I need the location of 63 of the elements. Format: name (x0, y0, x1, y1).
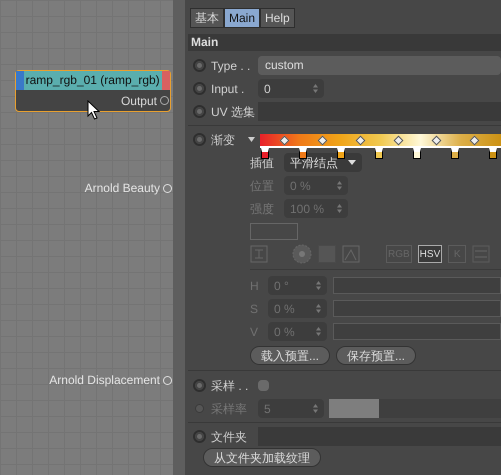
color-swatch[interactable] (250, 223, 298, 240)
channel-slider[interactable] (333, 323, 501, 340)
spinner-arrows-icon (313, 84, 318, 93)
parameter-label: Input . (211, 80, 246, 98)
load-texture-button[interactable]: 从文件夹加载纹理 (203, 448, 321, 467)
knot-icon[interactable] (318, 135, 328, 145)
color-stop-marker[interactable] (299, 148, 307, 158)
keyframe-radio[interactable] (193, 59, 206, 72)
keyframe-radio[interactable] (193, 379, 206, 392)
number-field[interactable]: 0 (258, 79, 324, 98)
dropdown-arrow-icon[interactable] (248, 137, 255, 142)
keyframe-radio[interactable] (193, 133, 206, 146)
knot-icon[interactable] (394, 135, 404, 145)
channel-slider[interactable] (333, 277, 501, 294)
tab[interactable]: Main (224, 8, 260, 28)
image-icon[interactable] (342, 245, 360, 263)
knot-icon[interactable] (356, 135, 366, 145)
port-icon[interactable] (160, 96, 169, 105)
checkbox[interactable] (258, 380, 269, 391)
color-stop-marker[interactable] (375, 148, 383, 158)
preset-button[interactable]: 载入预置... (250, 346, 330, 364)
output-port-label: Output (120, 92, 157, 110)
knot-icon[interactable] (280, 135, 290, 145)
color-mode-button[interactable]: HSV (418, 245, 442, 263)
color-stop-marker[interactable] (261, 148, 269, 158)
parameter-label: UV 选集 (211, 104, 253, 120)
spinner-arrows-icon (316, 304, 321, 313)
keyframe-radio[interactable] (193, 82, 206, 95)
parameter-label: 渐变 (211, 132, 236, 148)
text-field[interactable]: custom (258, 56, 501, 75)
preset-button[interactable]: 保存预置... (336, 346, 416, 364)
color-stop-marker[interactable] (413, 148, 421, 158)
interpolation-dropdown[interactable]: 平滑结点 (284, 153, 362, 172)
color-stop-marker[interactable] (337, 148, 345, 158)
spinner-arrows-icon (337, 181, 342, 190)
input-port-label: Arnold Displacement (49, 372, 160, 389)
color-stop-marker[interactable] (489, 148, 497, 158)
gradient-bar[interactable] (260, 134, 501, 148)
shader-node[interactable]: ramp_rgb_01 (ramp_rgb) Output (15, 70, 171, 112)
color-stop-marker[interactable] (451, 148, 459, 158)
sliders-icon[interactable] (472, 245, 490, 263)
tab[interactable]: Help (260, 8, 295, 28)
keyframe-radio[interactable] (193, 430, 206, 443)
scrollbar[interactable] (173, 0, 185, 475)
parameter-label: Type . . (211, 58, 252, 74)
dropdown-arrow-icon (348, 160, 356, 165)
section-header: Main (188, 34, 501, 51)
node-title: ramp_rgb_01 (ramp_rgb) (24, 71, 162, 90)
spinner-arrows-icon (313, 404, 318, 413)
channel-slider[interactable] (333, 300, 501, 317)
color-wheel-icon[interactable] (292, 244, 312, 264)
knot-icon[interactable] (432, 135, 442, 145)
parameter-label: 文件夹 (211, 428, 248, 446)
spinner-arrows-icon (337, 204, 342, 213)
parameter-label: 采样 . . (211, 378, 250, 394)
slider-track[interactable] (329, 399, 501, 418)
mouse-cursor-icon (87, 100, 100, 120)
spinner-arrows-icon (316, 327, 321, 336)
keyframe-radio[interactable] (193, 105, 206, 118)
input-port-label: Arnold Beauty (84, 180, 160, 197)
knot-icon[interactable] (470, 135, 480, 145)
spinner-arrows-icon (316, 281, 321, 290)
tab[interactable]: 基本 (190, 8, 224, 28)
